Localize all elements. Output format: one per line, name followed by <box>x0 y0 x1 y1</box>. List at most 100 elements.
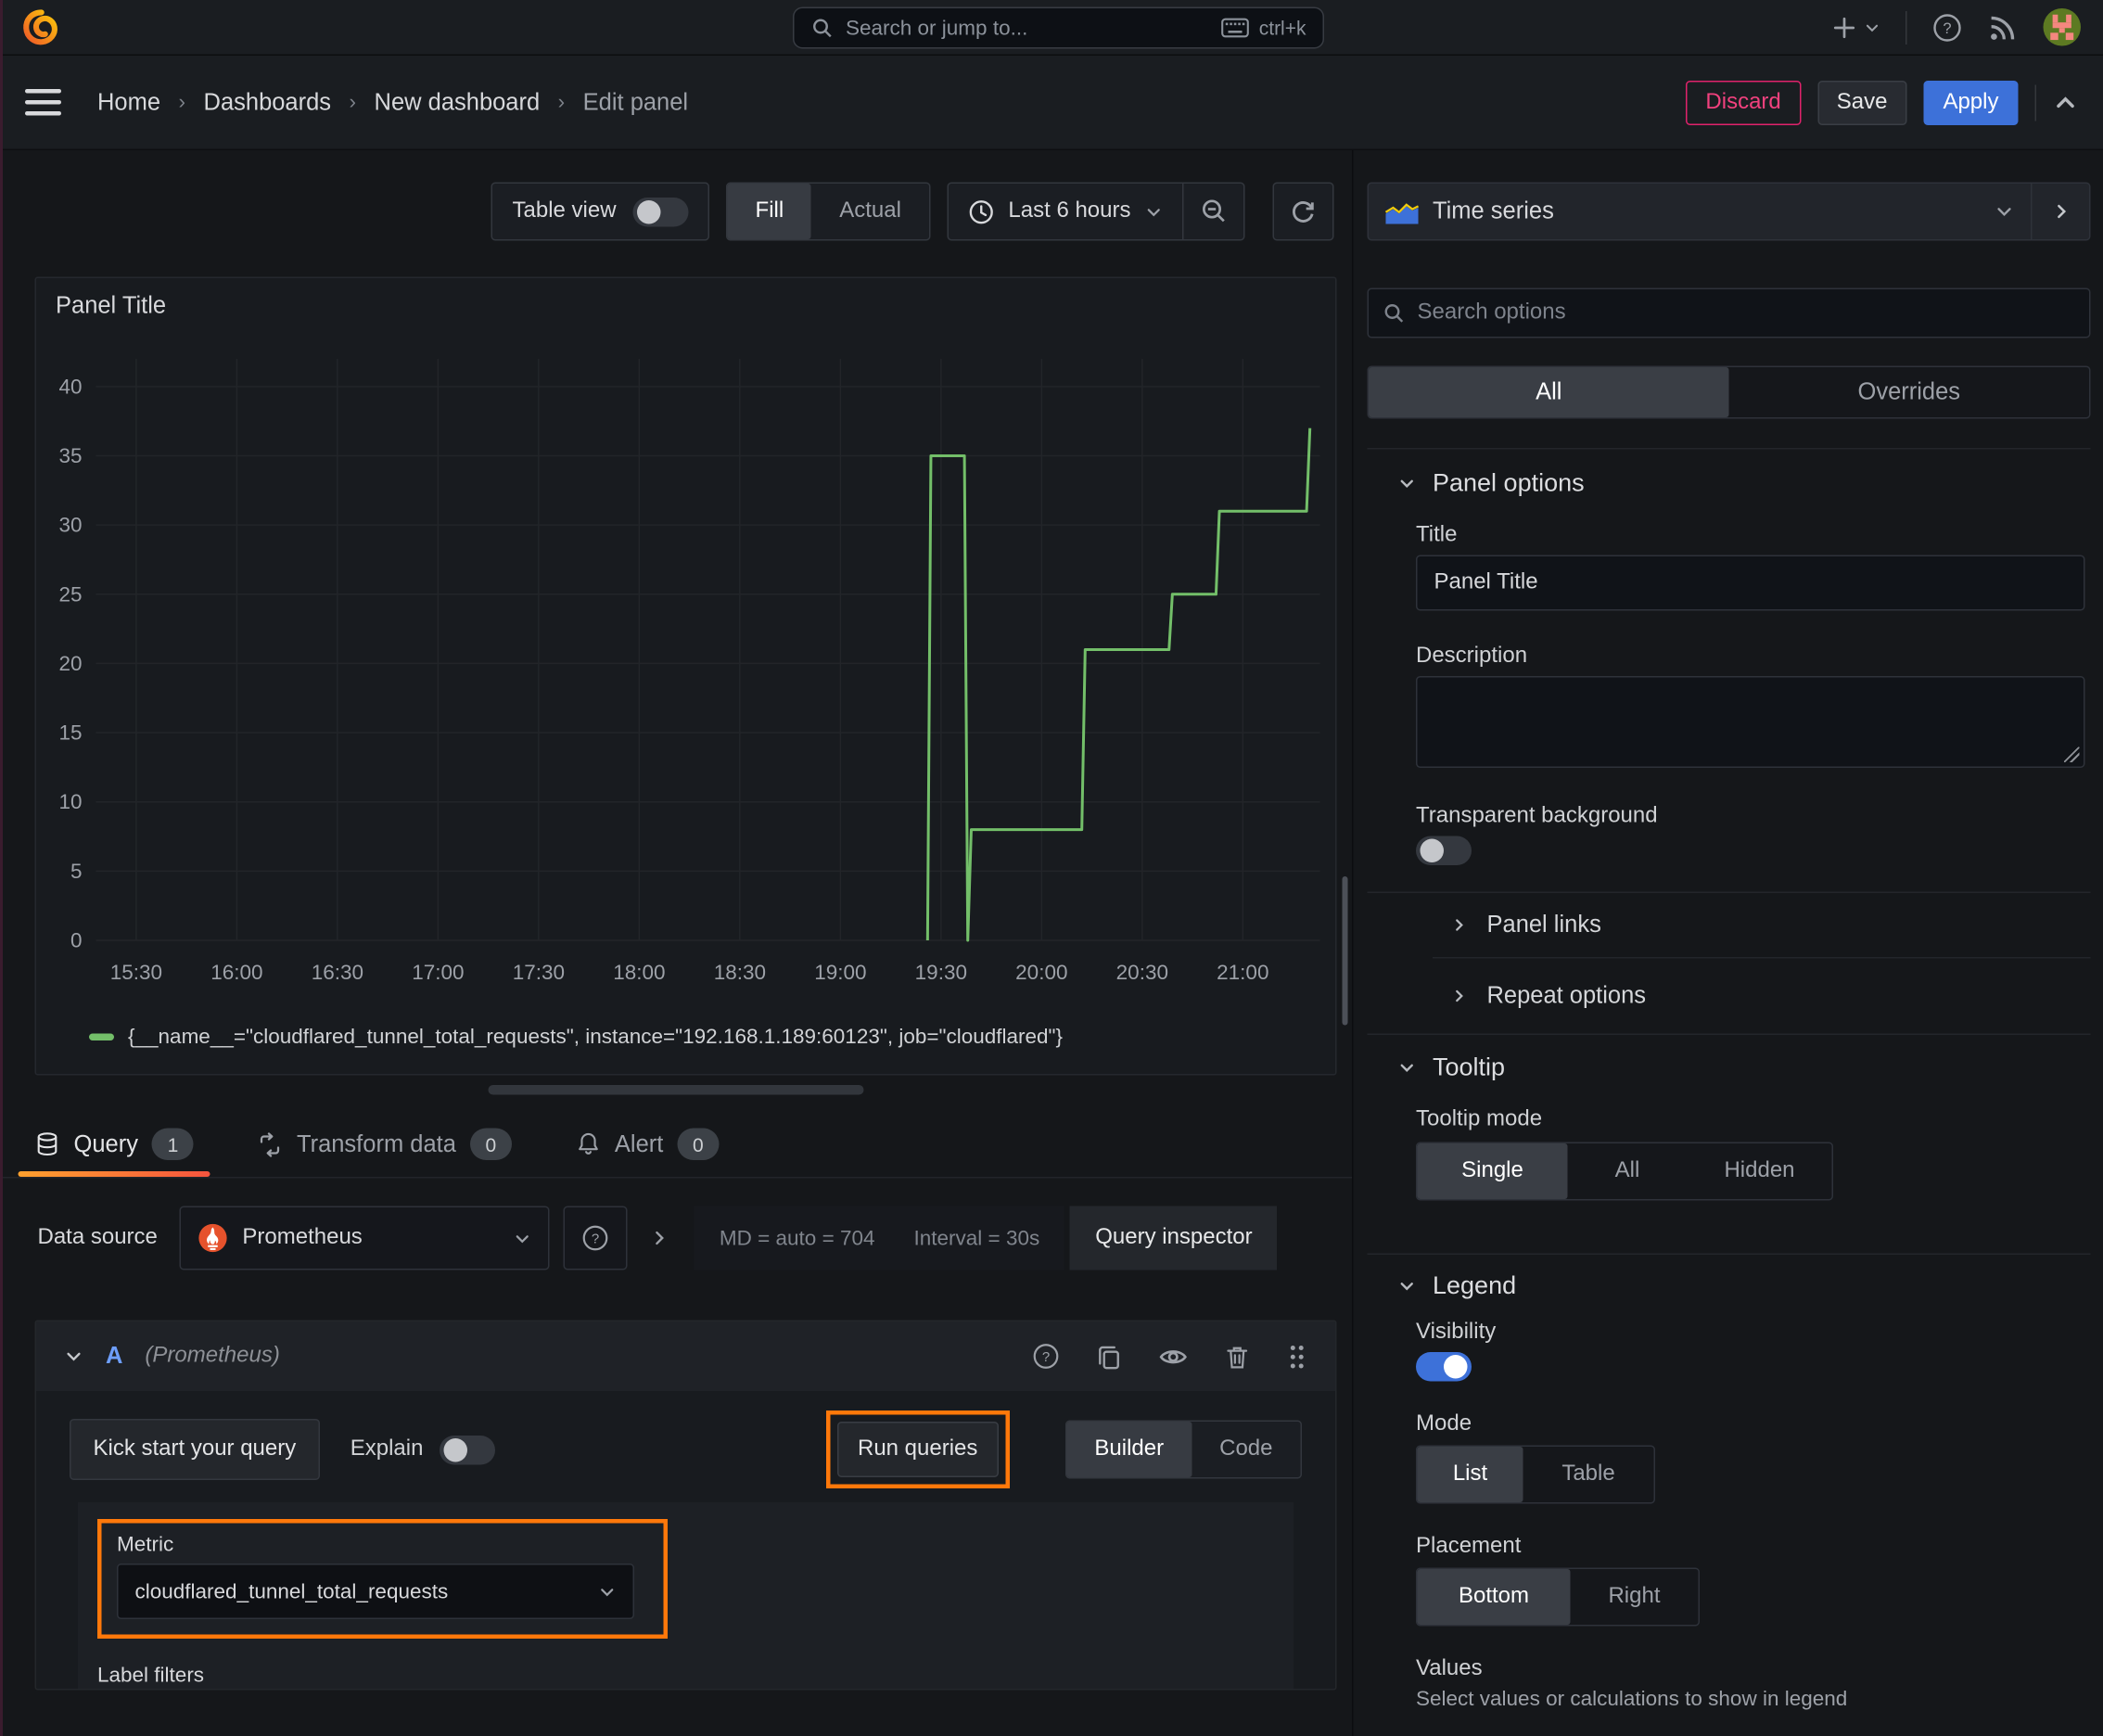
builder-option[interactable]: Builder <box>1066 1422 1192 1477</box>
breadcrumb-edit-panel: Edit panel <box>582 88 689 115</box>
toggle-viz-picker-button[interactable] <box>2031 184 2089 239</box>
query-inspector-button[interactable]: Query inspector <box>1070 1206 1278 1270</box>
vertical-scrollbar[interactable] <box>1342 876 1348 1026</box>
breadcrumb-home[interactable]: Home <box>97 88 160 116</box>
left-edge-strip <box>0 0 3 1736</box>
tab-alert[interactable]: Alert 0 <box>576 1128 720 1178</box>
visualization-select[interactable]: Time series <box>1369 184 2031 239</box>
panel-toolbar: Table view Fill Actual Last 6 hours <box>0 182 1352 241</box>
menu-toggle-icon[interactable] <box>25 89 61 116</box>
duplicate-query-icon[interactable] <box>1096 1343 1123 1370</box>
collapse-header-button[interactable] <box>2053 90 2078 115</box>
collapse-options-icon[interactable] <box>650 1229 669 1248</box>
svg-text:35: 35 <box>58 444 82 467</box>
tooltip-heading: Tooltip <box>1433 1053 1506 1081</box>
code-option[interactable]: Code <box>1192 1422 1300 1477</box>
discard-button[interactable]: Discard <box>1686 80 1801 125</box>
search-input[interactable] <box>846 16 1209 40</box>
options-search-input[interactable] <box>1417 300 2075 326</box>
time-series-chart[interactable]: 0 5 10 15 20 25 30 35 40 15:30 16:00 16:30 17:00 17:3… <box>44 342 1329 996</box>
panel-title-input[interactable] <box>1416 555 2085 611</box>
tooltip-mode-single[interactable]: Single <box>1417 1143 1568 1199</box>
tab-query-label: Query <box>73 1130 138 1157</box>
tab-overrides[interactable]: Overrides <box>1729 367 2090 417</box>
title-field-label: Title <box>1416 523 1458 547</box>
tooltip-mode-all[interactable]: All <box>1568 1143 1688 1199</box>
help-button[interactable]: ? <box>1932 12 1963 43</box>
transparent-bg-toggle[interactable] <box>1416 836 1472 865</box>
prometheus-icon <box>198 1223 228 1253</box>
svg-text:?: ? <box>1042 1349 1050 1365</box>
interval-stat: Interval = 30s <box>913 1226 1040 1250</box>
legend-placement-right[interactable]: Right <box>1571 1569 1699 1625</box>
query-ref-id: A <box>106 1342 123 1370</box>
svg-text:17:30: 17:30 <box>513 961 565 984</box>
panel-links-section[interactable]: Panel links <box>1451 893 2091 957</box>
legend-section-header[interactable]: Legend <box>1398 1271 2091 1301</box>
chevron-down-icon <box>1995 202 2014 222</box>
breadcrumb-dashboards[interactable]: Dashboards <box>204 88 332 116</box>
global-search[interactable]: ctrl+k <box>793 6 1324 49</box>
add-new-button[interactable] <box>1830 13 1880 41</box>
breadcrumb-bar: Home › Dashboards › New dashboard › Edit… <box>0 56 2103 150</box>
svg-text:20: 20 <box>58 652 82 675</box>
legend-visibility-toggle[interactable] <box>1416 1352 1472 1382</box>
max-data-points-stat: MD = auto = 704 <box>719 1226 875 1250</box>
explain-toggle[interactable] <box>440 1435 496 1464</box>
actions-divider <box>2034 83 2036 121</box>
delete-query-icon[interactable] <box>1224 1343 1251 1370</box>
chevron-down-icon <box>1400 1283 1413 1291</box>
legend-heading: Legend <box>1433 1271 1517 1299</box>
grafana-logo[interactable] <box>22 8 58 46</box>
panel-resize-handle[interactable] <box>488 1085 864 1095</box>
legend-placement-bottom[interactable]: Bottom <box>1417 1569 1571 1625</box>
query-editor-card: A (Prometheus) ? Kick start your query E… <box>34 1320 1337 1691</box>
breadcrumb-new-dashboard[interactable]: New dashboard <box>375 88 541 116</box>
panel-preview[interactable]: Panel Title 0 5 10 15 20 25 30 35 40 15:30 16:00 16… <box>34 276 1337 1076</box>
time-range-button[interactable]: Last 6 hours <box>949 198 1182 225</box>
chevron-right-icon <box>1456 919 1463 931</box>
tab-all-options[interactable]: All <box>1369 367 1729 417</box>
shortcut-label: ctrl+k <box>1258 17 1306 39</box>
svg-text:20:00: 20:00 <box>1015 961 1067 984</box>
chevron-down-icon[interactable] <box>64 1347 83 1366</box>
news-feed-button[interactable] <box>1988 12 2019 43</box>
svg-text:19:00: 19:00 <box>814 961 866 984</box>
save-button[interactable]: Save <box>1816 80 1907 125</box>
run-queries-button[interactable]: Run queries <box>836 1422 999 1477</box>
tooltip-mode-hidden[interactable]: Hidden <box>1688 1143 1832 1199</box>
table-view-toggle[interactable] <box>632 197 689 226</box>
tab-transform-data[interactable]: Transform data 0 <box>258 1128 512 1178</box>
legend-mode-label: Mode <box>1416 1411 1472 1436</box>
kick-start-button[interactable]: Kick start your query <box>70 1419 320 1480</box>
tooltip-section-header[interactable]: Tooltip <box>1398 1053 2091 1083</box>
chart-legend[interactable]: {__name__="cloudflared_tunnel_total_requ… <box>89 1026 1063 1049</box>
datasource-picker[interactable]: Prometheus <box>179 1206 550 1270</box>
metric-select[interactable]: cloudflared_tunnel_total_requests <box>117 1564 634 1619</box>
description-textarea[interactable] <box>1416 676 2085 768</box>
legend-mode-list[interactable]: List <box>1417 1447 1523 1502</box>
user-avatar[interactable] <box>2043 8 2081 46</box>
fill-option[interactable]: Fill <box>727 184 812 239</box>
metric-value: cloudflared_tunnel_total_requests <box>134 1579 449 1603</box>
drag-query-handle[interactable] <box>1287 1343 1308 1370</box>
panel-options-section-header[interactable]: Panel options <box>1398 469 2091 499</box>
actual-option[interactable]: Actual <box>811 184 929 239</box>
legend-mode-table[interactable]: Table <box>1523 1447 1654 1502</box>
svg-text:5: 5 <box>70 860 83 883</box>
datasource-row: Data source Prometheus ? MD = auto = 704 <box>0 1206 1352 1270</box>
datasource-help-button[interactable]: ? <box>563 1206 628 1270</box>
options-search[interactable] <box>1367 287 2091 338</box>
zoom-out-time-button[interactable] <box>1182 184 1243 239</box>
query-help-icon[interactable]: ? <box>1032 1343 1060 1371</box>
tooltip-mode-label: Tooltip mode <box>1416 1107 1543 1131</box>
tab-query[interactable]: Query 1 <box>18 1128 211 1177</box>
chevron-down-icon <box>1866 23 1879 32</box>
apply-button[interactable]: Apply <box>1923 80 2019 125</box>
query-row-header[interactable]: A (Prometheus) ? <box>36 1321 1335 1391</box>
repeat-options-section[interactable]: Repeat options <box>1451 959 2091 1034</box>
refresh-button[interactable] <box>1272 182 1334 241</box>
breadcrumb-separator: › <box>178 90 186 115</box>
toggle-visibility-icon[interactable] <box>1159 1342 1189 1372</box>
tab-alert-label: Alert <box>614 1130 664 1157</box>
